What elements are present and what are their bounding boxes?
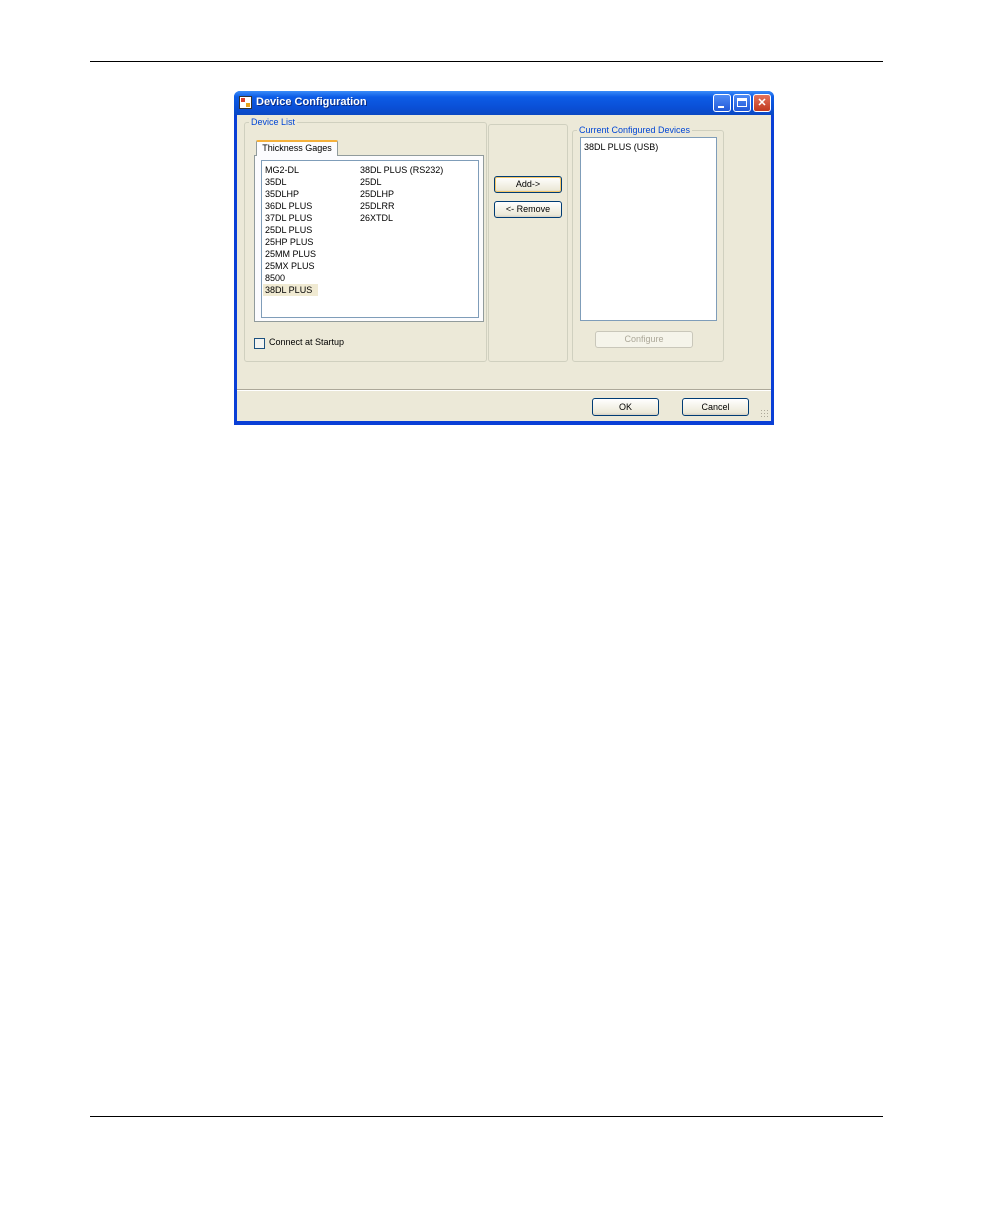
resize-grip-icon[interactable] [760, 409, 769, 418]
list-item[interactable]: 25MX PLUS [263, 260, 318, 272]
list-item[interactable]: MG2-DL [263, 164, 318, 176]
minimize-button[interactable] [713, 94, 731, 112]
app-icon[interactable] [239, 96, 252, 109]
ok-button[interactable]: OK [592, 398, 659, 416]
actions-group: Add-> <- Remove [488, 124, 568, 362]
list-item[interactable]: 35DLHP [263, 188, 318, 200]
list-item[interactable]: 25MM PLUS [263, 248, 318, 260]
list-item[interactable]: 25DL [358, 176, 445, 188]
configure-button[interactable]: Configure [595, 331, 693, 348]
title-bar[interactable]: Device Configuration ✕ [234, 91, 774, 115]
list-item[interactable]: 38DL PLUS [263, 284, 319, 296]
list-item[interactable]: 38DL PLUS (USB) [582, 141, 660, 153]
add-button[interactable]: Add-> [494, 176, 562, 193]
tab-thickness-gages[interactable]: Thickness Gages [256, 140, 338, 156]
list-item[interactable]: 25HP PLUS [263, 236, 318, 248]
list-item[interactable]: 25DLHP [358, 188, 445, 200]
list-item[interactable]: 8500 [263, 272, 318, 284]
list-item[interactable]: 38DL PLUS (RS232) [358, 164, 445, 176]
footer-separator [237, 389, 771, 391]
list-item[interactable]: 26XTDL [358, 212, 445, 224]
device-list-column-2: 38DL PLUS (RS232) 25DL 25DLHP 25DLRR 26XTDL [358, 164, 445, 224]
device-listbox[interactable]: MG2-DL 35DL 35DLHP 36DL PLUS 37DL PLUS 25DL P… [261, 160, 479, 318]
list-item[interactable]: 36DL PLUS [263, 200, 318, 212]
thickness-gages-tab-page: MG2-DL 35DL 35DLHP 36DL PLUS 37DL PLUS 25DL P… [254, 155, 484, 322]
device-list-column-1: MG2-DL 35DL 35DLHP 36DL PLUS 37DL PLUS 25DL P… [263, 164, 319, 296]
list-item[interactable]: 25DL PLUS [263, 224, 318, 236]
close-icon: ✕ [757, 97, 767, 109]
list-item[interactable]: 25DLRR [358, 200, 445, 212]
device-list-group: Device List Thickness Gages MG2-DL 35DL 35… [244, 117, 487, 362]
configured-devices-label: Current Configured Devices [577, 125, 693, 135]
device-list-label: Device List [249, 117, 298, 127]
list-item[interactable]: 35DL [263, 176, 318, 188]
list-item[interactable]: 37DL PLUS [263, 212, 318, 224]
close-button[interactable]: ✕ [753, 94, 771, 112]
maximize-button[interactable] [733, 94, 751, 112]
connect-at-startup-checkbox[interactable] [254, 338, 265, 349]
remove-button[interactable]: <- Remove [494, 201, 562, 218]
device-configuration-window: Device Configuration ✕ Device List Thick… [234, 91, 774, 425]
configured-devices-listbox[interactable]: 38DL PLUS (USB) [580, 137, 717, 321]
maximize-icon [737, 98, 747, 107]
configured-devices-group: Current Configured Devices 38DL PLUS (US… [572, 125, 724, 362]
dialog-body: Device List Thickness Gages MG2-DL 35DL 35… [237, 115, 771, 421]
connect-at-startup-label: Connect at Startup [269, 337, 345, 347]
minimize-icon [718, 106, 724, 108]
header-rule [90, 61, 883, 62]
window-title: Device Configuration [256, 96, 367, 108]
configured-devices-list: 38DL PLUS (USB) [582, 141, 660, 153]
footer-rule [90, 1116, 883, 1117]
cancel-button[interactable]: Cancel [682, 398, 749, 416]
